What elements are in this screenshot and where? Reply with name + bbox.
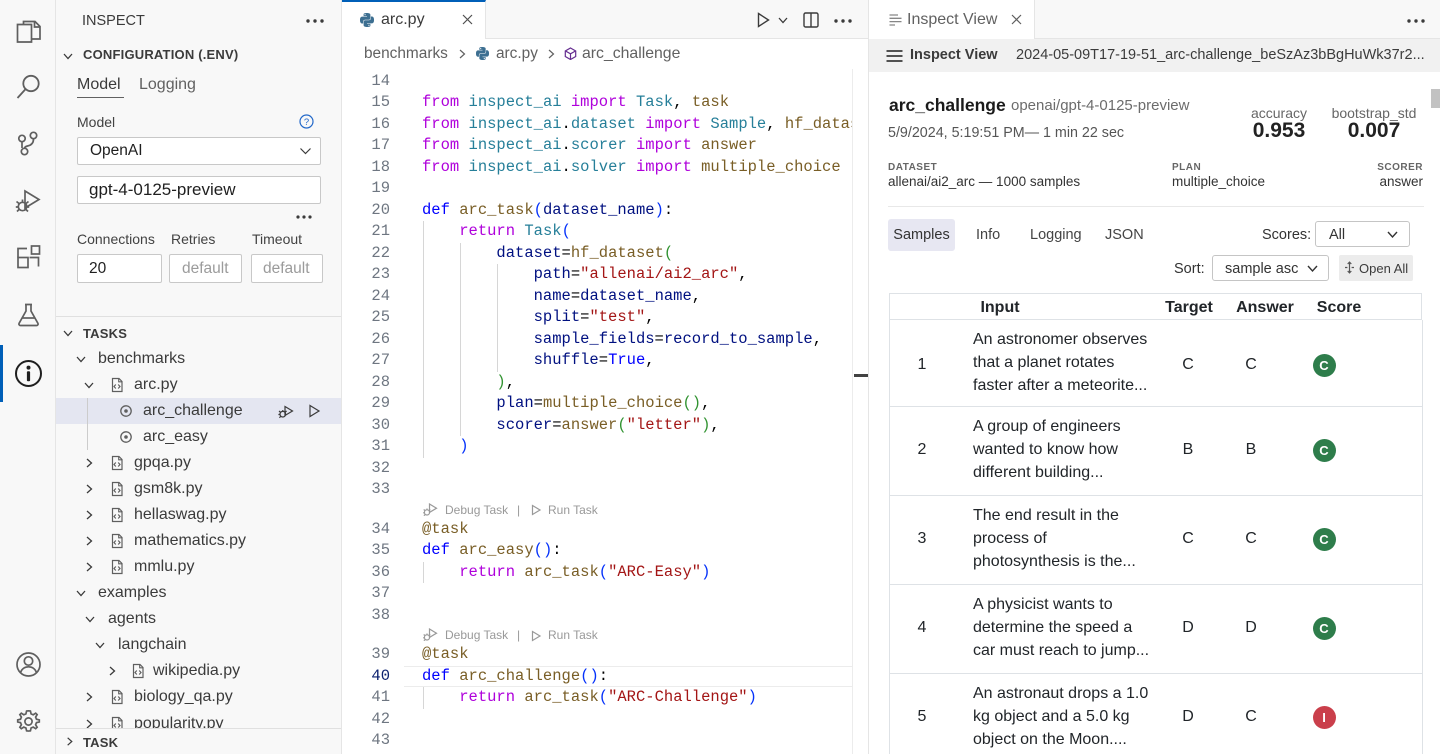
svg-text:?: ? <box>304 117 309 128</box>
